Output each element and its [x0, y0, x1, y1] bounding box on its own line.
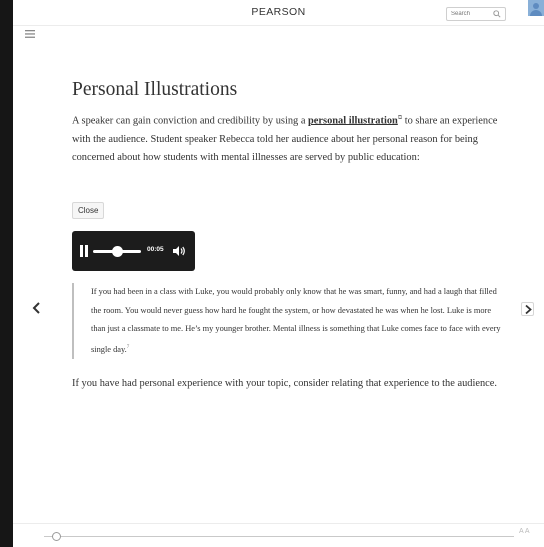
search-icon[interactable] [493, 10, 501, 18]
quote-footnote[interactable]: 7 [127, 345, 130, 350]
intro-paragraph: A speaker can gain conviction and credib… [72, 115, 498, 164]
page-slider-thumb[interactable] [52, 532, 61, 541]
left-edge-bar [0, 0, 13, 547]
page-title: Personal Illustrations [72, 79, 238, 100]
font-size-control[interactable]: A A [519, 528, 530, 535]
pause-icon[interactable] [80, 245, 88, 257]
audio-time: 00:05 [147, 246, 164, 253]
search-input[interactable] [451, 9, 491, 19]
quote-block: If you had been in a class with Luke, yo… [72, 283, 502, 359]
chevron-right-icon [525, 304, 532, 315]
main-content: Personal Illustrations A speaker can gai… [72, 78, 502, 168]
audio-progress-track[interactable] [93, 246, 141, 257]
menu-icon[interactable] [25, 30, 35, 38]
page-slider-track[interactable] [44, 536, 514, 537]
volume-icon[interactable] [172, 244, 186, 258]
audio-progress-thumb[interactable] [111, 246, 123, 257]
audio-player: 00:05 [72, 231, 195, 271]
user-avatar-icon[interactable] [528, 0, 544, 16]
close-button[interactable]: Close [72, 202, 105, 219]
top-bar: PEARSON [13, 0, 544, 26]
personal-illustration-link[interactable]: personal illustration [308, 115, 398, 126]
next-page-button[interactable] [521, 302, 534, 316]
chevron-left-icon[interactable] [30, 300, 44, 316]
search-box[interactable] [446, 7, 506, 21]
closing-paragraph: If you have had personal experience with… [72, 378, 497, 389]
footer-divider [13, 523, 544, 524]
quote-text: If you had been in a class with Luke, yo… [91, 287, 501, 354]
